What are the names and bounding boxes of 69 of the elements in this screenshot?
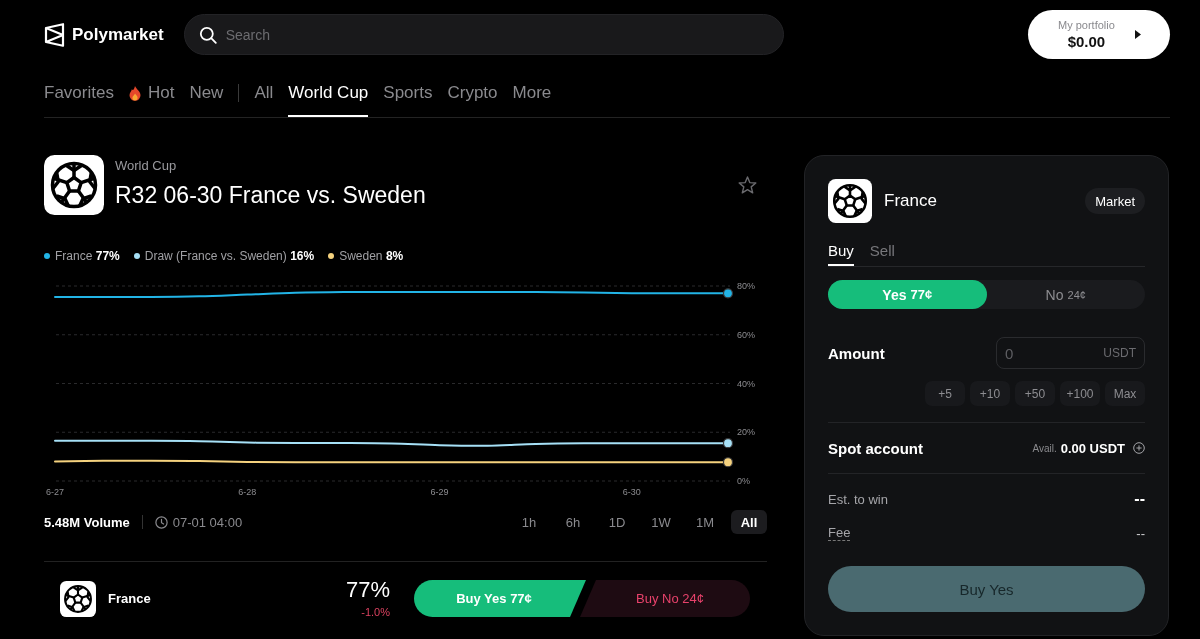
- nav-tab[interactable]: Sports: [383, 69, 433, 117]
- summary-value: --: [1134, 490, 1145, 508]
- probability-change: -1.0%: [361, 605, 390, 619]
- y-axis-label: 0%: [737, 476, 750, 486]
- end-point-marker: [722, 457, 734, 468]
- outcome-choice-button[interactable]: No 24¢: [986, 280, 1145, 309]
- search-input[interactable]: Search: [225, 24, 769, 45]
- x-axis-label: 6-28: [238, 487, 257, 497]
- outcome-probability: 77%: [345, 578, 390, 602]
- legend-label: Draw (France vs. Sweden) 16%: [144, 249, 315, 263]
- end-point-marker: [722, 438, 734, 449]
- outcome-title: France: [884, 191, 937, 211]
- range-button[interactable]: 1h: [511, 510, 547, 534]
- quick-amount-button[interactable]: +100: [1060, 381, 1100, 406]
- nav-tab[interactable]: More: [512, 69, 552, 117]
- amount-input[interactable]: 0: [1005, 343, 1100, 363]
- side-tab[interactable]: Sell: [869, 237, 895, 266]
- amount-label: Amount: [828, 344, 885, 362]
- end-point-marker: [722, 288, 734, 299]
- quick-amount-button[interactable]: +10: [970, 381, 1010, 406]
- outcome-name: France: [108, 591, 151, 606]
- x-axis-label: 6-27: [46, 487, 64, 497]
- end-time: 07-01 04:00: [172, 514, 243, 530]
- search-field[interactable]: Search: [183, 14, 784, 55]
- nav-tab[interactable]: All: [254, 69, 274, 117]
- quick-amount-button[interactable]: Max: [1105, 381, 1145, 406]
- order-type-button[interactable]: Market: [1085, 188, 1145, 214]
- logo-icon: [44, 22, 65, 47]
- nav-tab[interactable]: Favorites: [44, 69, 114, 117]
- range-button[interactable]: All: [731, 510, 767, 534]
- avail-label: Avail.: [1032, 442, 1057, 454]
- side-tab[interactable]: Buy: [828, 237, 854, 266]
- range-button[interactable]: 1M: [687, 510, 723, 534]
- summary-value: --: [1136, 525, 1145, 541]
- caret-icon: [1135, 30, 1141, 39]
- summary-label: Est. to win: [828, 491, 888, 507]
- range-button[interactable]: 1D: [599, 510, 635, 534]
- legend-label: Sweden 8%: [339, 249, 404, 263]
- y-axis-label: 20%: [737, 427, 755, 438]
- y-axis-label: 60%: [737, 329, 755, 340]
- balance-value: 0.00 USDT: [1060, 440, 1125, 456]
- account-label: Spot account: [828, 439, 923, 457]
- unit-label: USDT: [1103, 346, 1136, 360]
- y-axis-label: 80%: [737, 281, 755, 291]
- portfolio-button[interactable]: My portfolio $0.00: [1028, 10, 1170, 59]
- legend-label: France 77%: [55, 249, 120, 263]
- logo[interactable]: Polymarket: [44, 22, 164, 47]
- buy-no-button[interactable]: Buy No 24¢: [580, 580, 750, 617]
- plus-circle-icon[interactable]: [1133, 442, 1145, 454]
- nav-tab[interactable]: Crypto: [447, 69, 498, 117]
- x-axis-label: 6-30: [622, 487, 641, 497]
- range-button[interactable]: 6h: [555, 510, 591, 534]
- x-axis-label: 6-29: [430, 487, 449, 497]
- volume-label: 5.48M Volume: [44, 514, 130, 530]
- event-category: World Cup: [115, 158, 178, 174]
- nav-tab[interactable]: World Cup: [288, 69, 369, 117]
- nav-tab[interactable]: New: [189, 69, 224, 117]
- flame-icon: [128, 85, 141, 101]
- y-axis-label: 40%: [737, 378, 755, 389]
- nav-tab[interactable]: Hot: [128, 69, 175, 117]
- summary-label: Fee: [828, 525, 851, 541]
- range-button[interactable]: 1W: [643, 510, 679, 534]
- clock-icon: [154, 515, 168, 529]
- quick-amount-button[interactable]: +5: [925, 381, 965, 406]
- amount-field[interactable]: 0 USDT: [996, 337, 1145, 369]
- star-icon[interactable]: [738, 176, 757, 194]
- search-icon: [198, 25, 217, 44]
- event-title: R32 06-30 France vs. Sweden: [115, 182, 426, 208]
- quick-amount-button[interactable]: +50: [1015, 381, 1055, 406]
